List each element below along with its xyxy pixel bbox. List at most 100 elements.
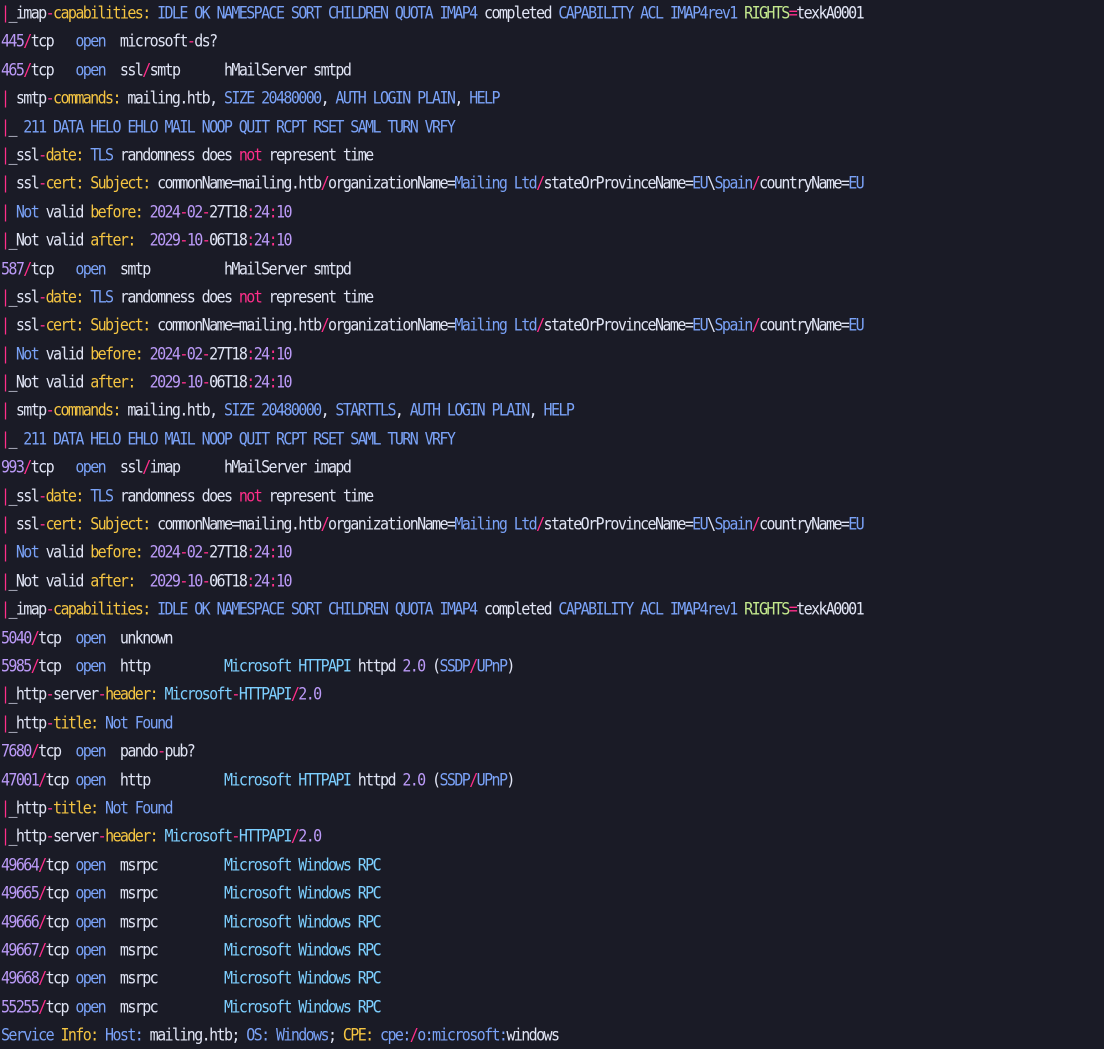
line-segment: 445 <box>1 31 25 52</box>
line-segment: 27T18 <box>209 343 248 365</box>
terminal-window[interactable]: |_imap-capabilities: IDLE OK NAMESPACE S… <box>0 0 1104 1049</box>
line-segment: tcp <box>38 627 76 648</box>
line-segment: / <box>142 59 151 81</box>
line-segment: Microsoft Windows RPC <box>223 996 382 1017</box>
line-segment: - <box>45 683 55 705</box>
line-segment: / <box>320 172 330 194</box>
line-segment: after: <box>90 229 136 251</box>
line-segment: cert: <box>45 172 85 194</box>
line-segment: server <box>53 825 99 847</box>
line-segment: 49667 <box>1 939 40 961</box>
line-segment: - <box>201 542 211 563</box>
line-segment: ) <box>506 655 515 677</box>
line-segment: 2029 <box>134 570 181 592</box>
line-segment: tcp <box>45 967 76 989</box>
line-segment: - <box>45 797 55 819</box>
line-segment: date: <box>45 286 85 308</box>
line-segment: Spain <box>714 172 753 194</box>
line-segment: - <box>38 485 47 506</box>
line-segment: msrpc <box>105 996 224 1017</box>
line-segment: / <box>751 172 761 194</box>
line-segment: open <box>75 769 106 790</box>
line-segment: _imap <box>8 2 47 24</box>
line-segment: stateOrProvinceName= <box>543 513 694 535</box>
line-segment: randomness does <box>112 485 239 506</box>
line-segment: : <box>268 371 278 393</box>
line-segment: represent time <box>261 144 375 166</box>
line-segment: organizationName= <box>328 172 456 194</box>
line-segment: cpe: <box>372 1024 411 1046</box>
line-segment: - <box>201 570 211 592</box>
line-segment: tcp <box>45 939 76 961</box>
line-segment: - <box>179 542 188 563</box>
line-segment: texkA0001 <box>796 598 864 620</box>
line-segment: msrpc <box>105 939 224 961</box>
line-segment: ssl <box>105 456 144 478</box>
line-segment: 27T18 <box>209 201 248 223</box>
line-segment: / <box>469 769 478 790</box>
line-segment: 211 DATA HELO EHLO MAIL NOOP QUIT RCPT R… <box>15 116 456 137</box>
line-segment: 10 <box>276 570 292 592</box>
line-segment: stateOrProvinceName= <box>543 314 694 336</box>
line-segment: / <box>38 769 47 790</box>
line-segment: Not <box>8 343 40 365</box>
line-segment: / <box>23 258 32 279</box>
line-segment: tcp <box>38 740 76 762</box>
line-segment: / <box>320 314 330 336</box>
line-segment: 2024 <box>142 542 181 563</box>
line-segment: 2.0 <box>298 683 322 705</box>
line-segment: : <box>246 201 255 223</box>
line-segment: Spain <box>714 513 753 535</box>
line-segment: Spain <box>714 314 753 336</box>
line-segment: Not Found <box>97 797 173 819</box>
line-segment: msrpc <box>105 854 224 876</box>
line-segment: ssl <box>8 513 40 535</box>
line-segment: 2.0 <box>402 769 426 790</box>
line-segment: Subject: <box>82 314 151 336</box>
line-segment: date: <box>45 144 85 166</box>
line-segment: open <box>75 627 106 648</box>
line-segment: _Not valid <box>8 570 91 592</box>
line-segment: TLS <box>82 144 114 166</box>
line-segment: after: <box>90 570 136 592</box>
line-segment: 10 <box>276 229 292 251</box>
line-segment: 02 <box>186 542 203 563</box>
line-segment: completed <box>476 2 552 24</box>
line-segment: 55255 <box>1 996 40 1017</box>
line-segment: title: <box>53 712 99 734</box>
line-segment: ssl <box>105 59 144 81</box>
line-segment: TLS <box>82 286 114 308</box>
line-segment: : <box>268 570 278 592</box>
line-segment: smtp hMailServer smtpd <box>149 59 352 81</box>
line-segment: msrpc <box>105 967 224 989</box>
line-segment: , <box>528 400 538 421</box>
line-segment: - <box>38 172 47 194</box>
line-segment: 2024 <box>142 343 181 365</box>
line-segment: - <box>45 2 55 24</box>
line-segment: httpd <box>350 655 403 677</box>
line-segment: AUTH LOGIN PLAIN <box>328 87 456 109</box>
line-segment: - <box>45 400 55 421</box>
line-segment: , <box>320 400 330 421</box>
line-segment: / <box>536 172 545 194</box>
line-segment: CAPABILITY ACL IMAP4rev1 <box>550 598 738 620</box>
line-segment: 24 <box>253 343 270 365</box>
line-segment: ; <box>327 1024 343 1046</box>
line-segment: countryName= <box>759 172 850 194</box>
line-segment: - <box>179 201 188 223</box>
line-segment: - <box>231 825 240 847</box>
line-segment: o:microsoft: <box>417 1024 508 1046</box>
line-segment: tcp <box>45 882 76 904</box>
line-segment: HELP <box>461 87 500 109</box>
line-segment: RIGHTS <box>736 598 790 620</box>
line-segment: ssl <box>8 172 40 194</box>
line-segment: not <box>238 485 263 506</box>
line-segment: commands: <box>53 400 121 421</box>
line-segment: http <box>105 769 224 790</box>
line-segment: CPE: <box>342 1024 374 1046</box>
line-segment: - <box>38 513 47 535</box>
line-segment: - <box>45 598 55 620</box>
line-segment: RIGHTS <box>736 2 790 24</box>
line-segment: imap hMailServer imapd <box>149 456 352 478</box>
line-segment: - <box>97 683 107 705</box>
